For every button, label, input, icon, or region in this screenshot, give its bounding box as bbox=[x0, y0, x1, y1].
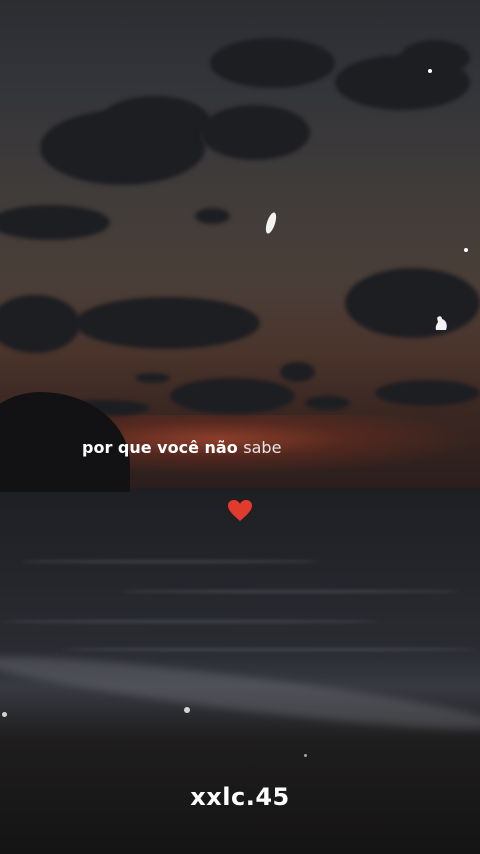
cloud bbox=[135, 373, 170, 383]
wave bbox=[20, 560, 320, 563]
sparkle bbox=[2, 712, 7, 717]
cloud bbox=[100, 96, 210, 146]
cloud bbox=[400, 40, 470, 75]
caption-text: por que você não bbox=[82, 438, 238, 457]
sparkle bbox=[184, 707, 190, 713]
wave bbox=[120, 590, 460, 593]
cloud bbox=[170, 378, 295, 414]
cloud bbox=[75, 297, 260, 349]
heart-icon bbox=[228, 500, 252, 521]
wave bbox=[0, 620, 380, 623]
sparkle bbox=[304, 754, 307, 757]
sparkle bbox=[428, 69, 432, 73]
cloud bbox=[210, 38, 335, 88]
cloud bbox=[305, 396, 350, 410]
cloud bbox=[280, 362, 315, 382]
sparkle bbox=[464, 248, 468, 252]
caption-highlight-word: sabe bbox=[243, 438, 282, 457]
username-watermark: xxlc.45 bbox=[190, 783, 290, 811]
lyric-caption: por que você não sabe bbox=[82, 438, 281, 457]
cloud bbox=[375, 380, 480, 406]
cloud bbox=[345, 268, 480, 338]
video-frame: por que você não sabe xxlc.45 bbox=[0, 0, 480, 854]
bird-silhouette bbox=[435, 316, 447, 330]
cloud bbox=[195, 208, 230, 224]
cloud bbox=[200, 105, 310, 160]
